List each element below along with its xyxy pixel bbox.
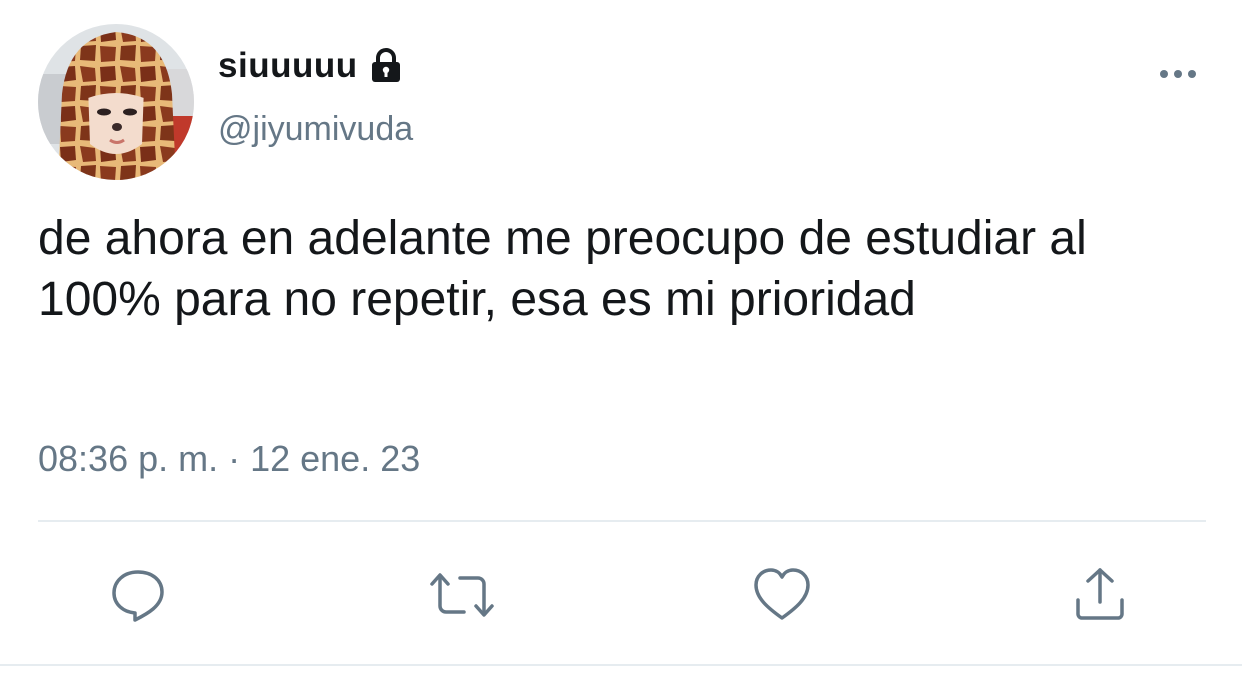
divider <box>38 520 1206 522</box>
like-button[interactable] <box>752 566 812 624</box>
tweet-card: siuuuuu @jiyumivuda de ahora en adelante… <box>0 0 1242 684</box>
user-handle[interactable]: @jiyumivuda <box>218 110 413 149</box>
retweet-icon <box>430 573 494 617</box>
share-button[interactable] <box>1070 566 1130 624</box>
avatar[interactable] <box>38 24 194 180</box>
retweet-button[interactable] <box>428 566 494 624</box>
reply-button[interactable] <box>108 566 168 624</box>
tweet-timestamp[interactable]: 08:36 p. m. · 12 ene. 23 <box>38 438 420 480</box>
heart-icon <box>754 568 810 620</box>
reply-icon <box>112 570 164 622</box>
avatar-image <box>38 24 194 180</box>
display-name[interactable]: siuuuuu <box>218 46 358 86</box>
lock-icon <box>366 46 406 86</box>
tweet-text: de ahora en adelante me preocupo de estu… <box>38 212 1087 326</box>
bottom-divider <box>0 664 1242 666</box>
more-icon[interactable] <box>1156 60 1200 88</box>
display-name-row: siuuuuu <box>218 40 406 92</box>
share-icon <box>1076 568 1124 620</box>
